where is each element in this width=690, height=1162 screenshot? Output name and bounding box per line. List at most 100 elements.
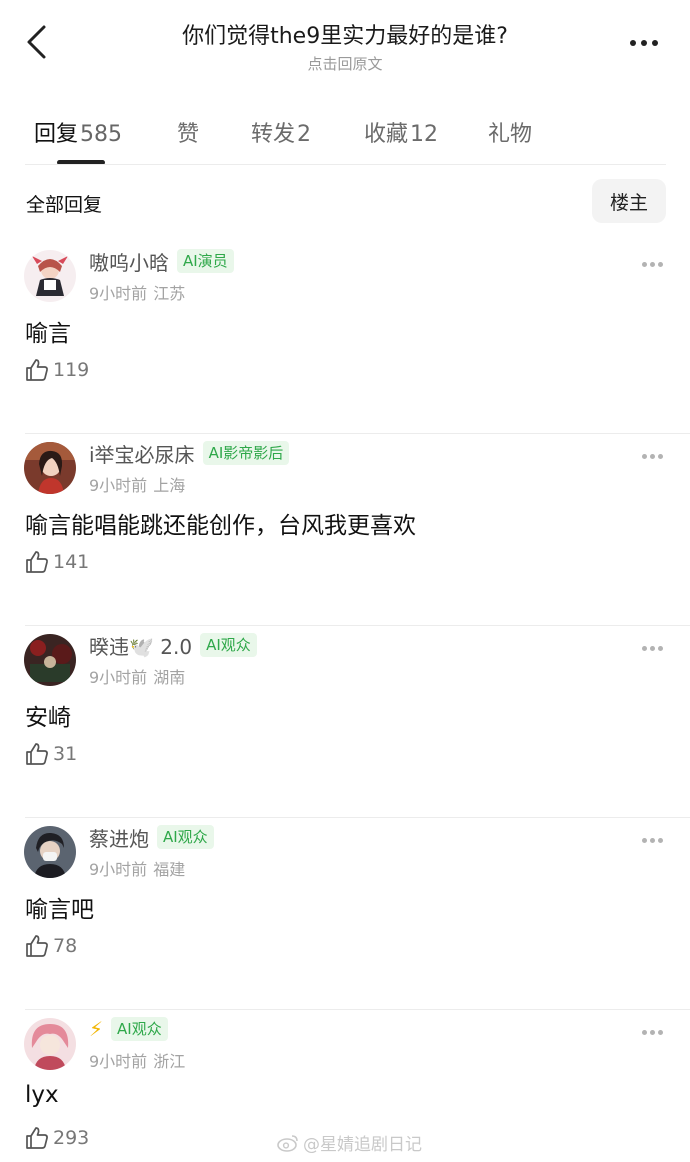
comment-item: i举宝必尿床 AI影帝影后 9小时前 上海 喻言能唱能跳还能创作，台风我更喜欢 1… <box>0 434 690 626</box>
like-button[interactable]: 31 <box>25 742 77 766</box>
comment-item: 嗷呜小晗 AI演员 9小时前 江苏 喻言 119 <box>0 242 690 434</box>
comment-text: lyx <box>25 1082 59 1108</box>
more-options-button[interactable] <box>622 28 666 58</box>
tab-label: 礼物 <box>488 122 533 147</box>
tab-likes[interactable]: 赞 <box>177 116 199 148</box>
tab-favorites[interactable]: 收藏12 <box>364 116 438 148</box>
back-to-original-link[interactable]: 点击回原文 <box>120 53 570 74</box>
comment-meta: 9小时前 上海 <box>89 472 185 496</box>
comment-item: 暌违🕊️ 2.0 AI观众 9小时前 湖南 安崎 31 <box>0 626 690 818</box>
more-icon-dot <box>641 40 647 46</box>
like-button[interactable]: 293 <box>25 1126 89 1150</box>
user-badge: AI演员 <box>177 249 234 273</box>
avatar-image <box>24 826 76 878</box>
more-icon <box>641 1029 647 1035</box>
more-icon <box>641 453 647 459</box>
avatar-image <box>24 442 76 494</box>
location: 浙江 <box>153 1052 186 1071</box>
avatar[interactable] <box>24 634 76 686</box>
avatar[interactable] <box>24 442 76 494</box>
thumbs-up-icon <box>26 359 48 381</box>
name-row: ⚡ AI观众 <box>89 1016 168 1042</box>
username[interactable]: 嗷呜小晗 <box>89 247 169 276</box>
location: 上海 <box>153 476 186 495</box>
owner-filter-button[interactable]: 楼主 <box>592 179 666 223</box>
comment-meta: 9小时前 福建 <box>89 856 185 880</box>
more-icon-dot <box>657 261 663 267</box>
location: 湖南 <box>153 668 186 687</box>
name-row: 嗷呜小晗 AI演员 <box>89 247 234 276</box>
watermark: @星婧追剧日记 <box>277 1130 422 1155</box>
timestamp: 9小时前 <box>89 1052 148 1071</box>
more-icon-dot <box>657 1029 663 1035</box>
comment-more-button[interactable] <box>638 1024 666 1040</box>
name-row: i举宝必尿床 AI影帝影后 <box>89 439 290 468</box>
comment-more-button[interactable] <box>638 448 666 464</box>
tab-count: 12 <box>410 122 439 147</box>
tab-bar: 回复585 赞 转发2 收藏12 礼物 <box>0 108 690 166</box>
name-row: 蔡进炮 AI观众 <box>89 823 214 852</box>
tab-label: 转发 <box>251 122 296 147</box>
comment-text: 喻言能唱能跳还能创作，台风我更喜欢 <box>25 513 416 539</box>
user-badge: AI观众 <box>111 1017 168 1041</box>
more-icon <box>630 40 636 46</box>
tab-label: 回复 <box>34 122 79 147</box>
avatar[interactable] <box>24 826 76 878</box>
tab-count: 2 <box>297 122 312 147</box>
tab-reposts[interactable]: 转发2 <box>251 116 311 148</box>
timestamp: 9小时前 <box>89 476 148 495</box>
comment-more-button[interactable] <box>638 832 666 848</box>
more-icon-dot <box>657 453 663 459</box>
like-button[interactable]: 141 <box>25 550 89 574</box>
like-count: 31 <box>53 743 78 765</box>
like-count: 141 <box>53 551 90 573</box>
avatar-image <box>24 1018 76 1070</box>
user-badge: AI观众 <box>157 825 214 849</box>
weibo-logo-icon <box>277 1134 298 1152</box>
comment-meta: 9小时前 江苏 <box>89 280 185 304</box>
comment-text: 安崎 <box>25 705 71 731</box>
comment-item: 蔡进炮 AI观众 9小时前 福建 喻言吧 78 <box>0 818 690 1010</box>
tab-replies[interactable]: 回复585 <box>34 116 122 148</box>
thumbs-up-icon <box>26 935 48 957</box>
tabs-divider <box>25 164 666 165</box>
tab-gifts[interactable]: 礼物 <box>488 116 532 148</box>
more-icon <box>641 645 647 651</box>
location: 江苏 <box>153 284 186 303</box>
comments-page: 你们觉得the9里实力最好的是谁? 点击回原文 回复585 赞 转发2 收藏12… <box>0 0 690 1162</box>
comment-more-button[interactable] <box>638 256 666 272</box>
avatar[interactable] <box>24 250 76 302</box>
all-replies-heading: 全部回复 <box>26 194 103 216</box>
username[interactable]: 暌违🕊️ 2.0 <box>89 631 192 660</box>
avatar-image <box>24 634 76 686</box>
more-icon-dot <box>657 645 663 651</box>
tab-label: 收藏 <box>364 122 409 147</box>
comment-meta: 9小时前 湖南 <box>89 664 185 688</box>
timestamp: 9小时前 <box>89 860 148 879</box>
username[interactable]: i举宝必尿床 <box>89 439 195 468</box>
username[interactable]: ⚡ <box>89 1017 103 1041</box>
more-icon-dot <box>649 1029 655 1035</box>
more-icon-dot <box>649 453 655 459</box>
comment-more-button[interactable] <box>638 640 666 656</box>
like-count: 119 <box>53 359 90 381</box>
like-button[interactable]: 78 <box>25 934 77 958</box>
back-button[interactable] <box>18 22 54 62</box>
comment-text: 喻言吧 <box>25 897 94 923</box>
more-icon <box>641 837 647 843</box>
more-icon-dot <box>649 261 655 267</box>
title-block: 你们觉得the9里实力最好的是谁? 点击回原文 <box>120 18 570 74</box>
page-title: 你们觉得the9里实力最好的是谁? <box>182 24 508 49</box>
more-icon-dot <box>652 40 658 46</box>
thumbs-up-icon <box>26 743 48 765</box>
username[interactable]: 蔡进炮 <box>89 823 149 852</box>
timestamp: 9小时前 <box>89 284 148 303</box>
more-icon-dot <box>649 645 655 651</box>
top-bar: 你们觉得the9里实力最好的是谁? 点击回原文 <box>0 0 690 80</box>
more-icon-dot <box>657 837 663 843</box>
more-icon <box>641 261 647 267</box>
like-button[interactable]: 119 <box>25 358 89 382</box>
thumbs-up-icon <box>26 551 48 573</box>
tab-count: 585 <box>80 122 123 147</box>
avatar[interactable] <box>24 1018 76 1070</box>
